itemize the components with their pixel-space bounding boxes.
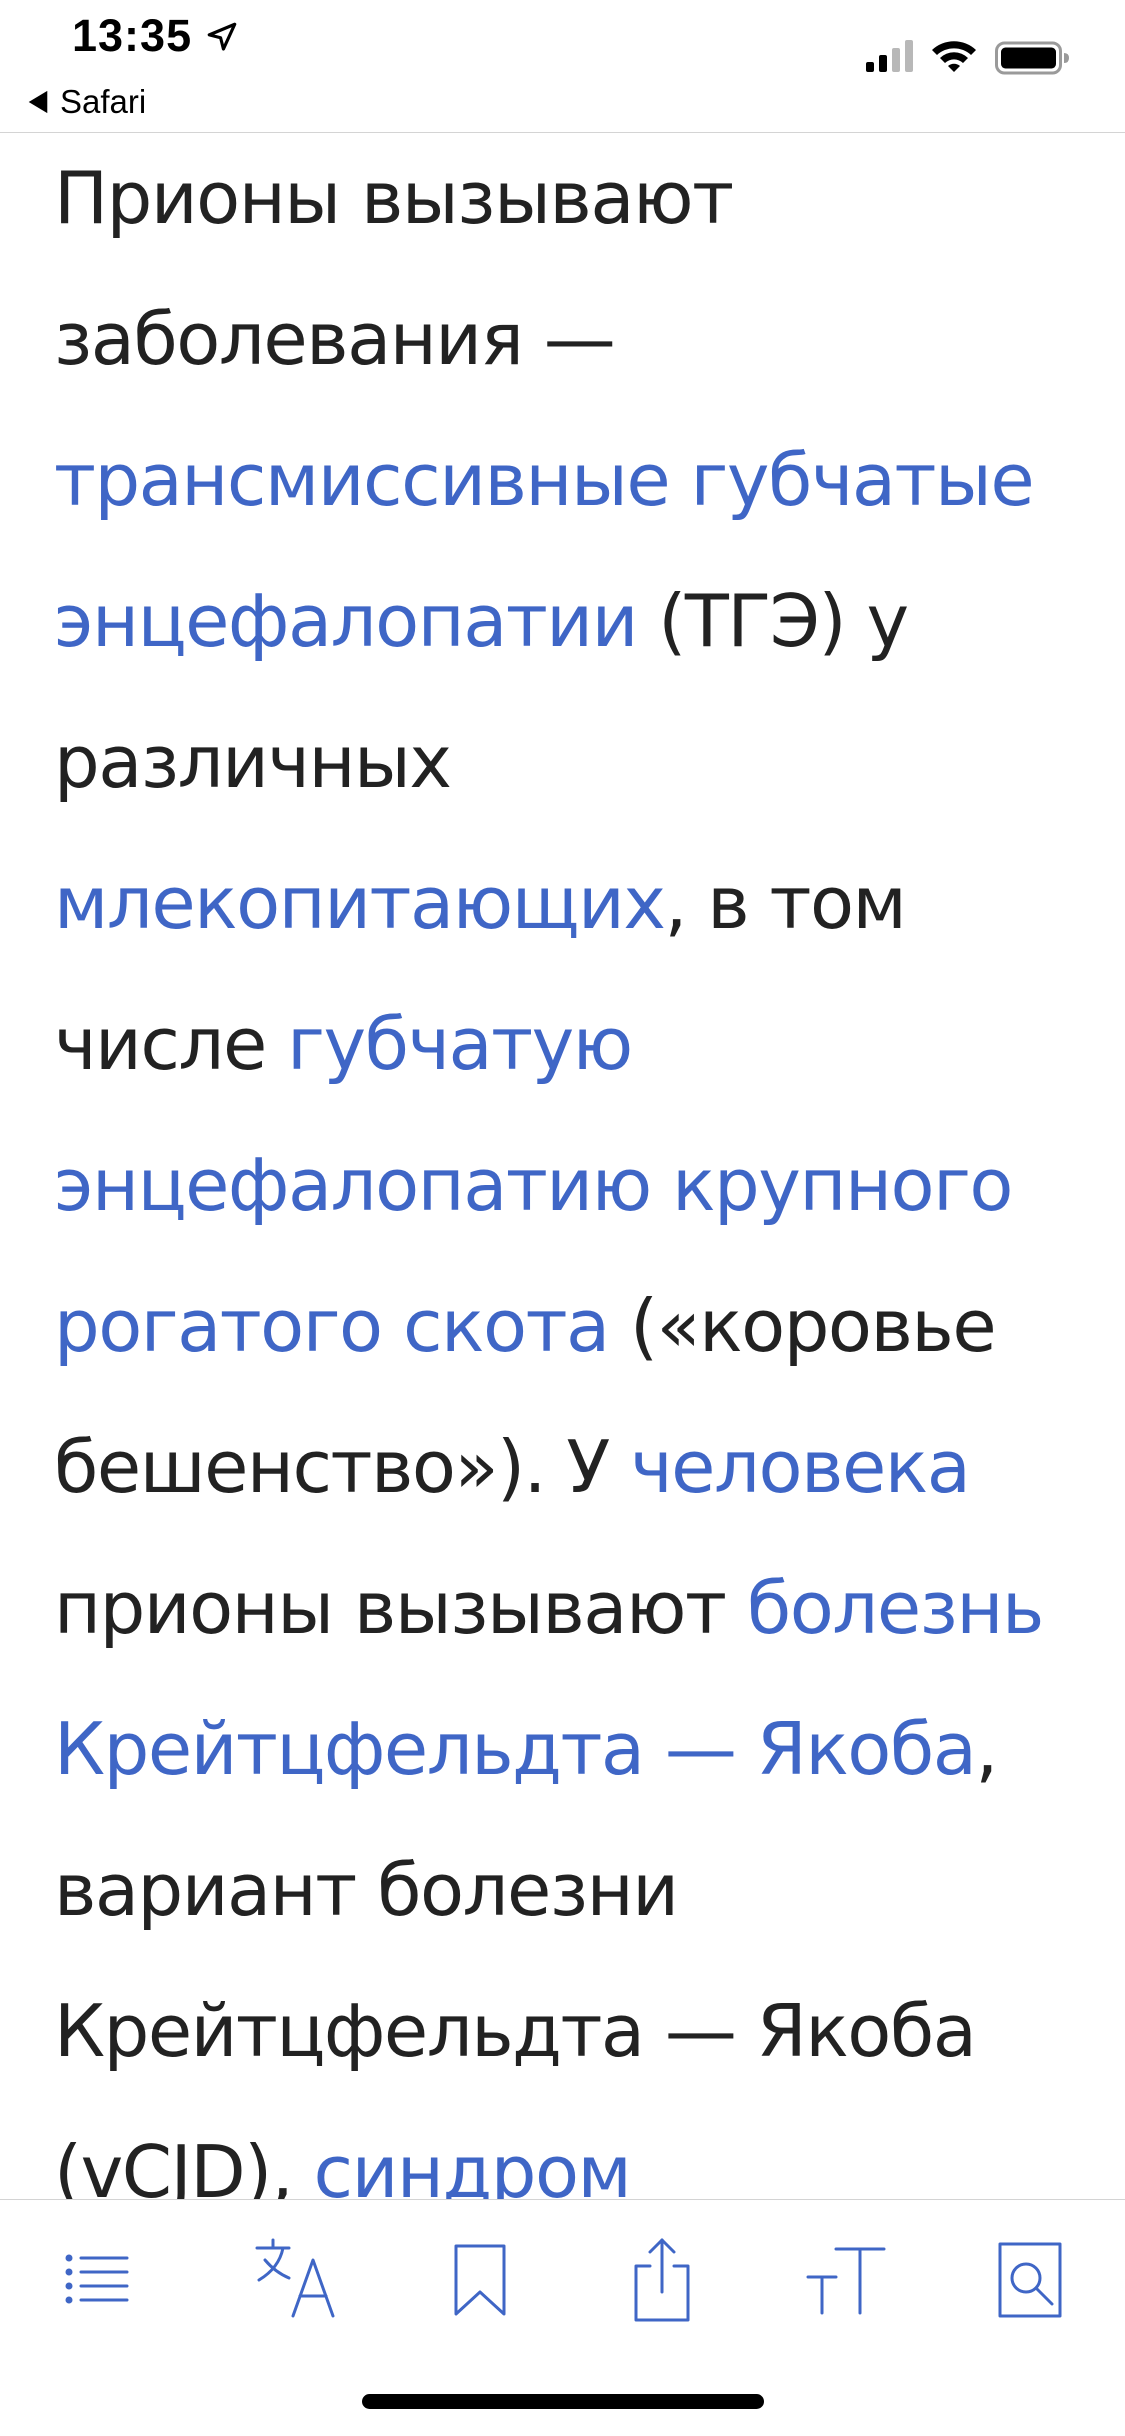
contents-list-icon: [65, 2254, 129, 2304]
battery-icon: [995, 41, 1069, 75]
article-content: Прионы вызывают заболевания — трансмисси…: [0, 133, 1125, 2199]
cellular-signal-icon: [866, 40, 913, 72]
translate-button[interactable]: [248, 2230, 348, 2330]
status-time: 13:35: [72, 10, 193, 61]
text-size-icon: [806, 2247, 886, 2315]
contents-list-button[interactable]: [48, 2230, 148, 2330]
text-size-button[interactable]: [796, 2230, 896, 2330]
find-in-page-icon: [998, 2242, 1062, 2318]
bookmark-button[interactable]: [430, 2230, 530, 2330]
article-text: прионы вызывают: [54, 1566, 747, 1650]
article-link[interactable]: млекопитающих: [54, 861, 666, 945]
status-bar: 13:35 Safari: [0, 0, 1125, 132]
bookmark-icon: [454, 2244, 506, 2316]
article-link[interactable]: синдром: [314, 2130, 632, 2199]
location-arrow-icon: [207, 22, 237, 51]
back-label: Safari: [60, 83, 147, 120]
back-to-safari-button[interactable]: Safari: [26, 82, 146, 122]
share-button[interactable]: [612, 2230, 712, 2330]
article-paragraph: Прионы вызывают заболевания — трансмисси…: [54, 133, 1089, 2199]
find-in-page-button[interactable]: [980, 2230, 1080, 2330]
article-text: Прионы вызывают заболевания —: [54, 156, 734, 381]
share-icon: [634, 2238, 690, 2322]
translate-icon: [255, 2238, 335, 2318]
article-link[interactable]: человека: [630, 1425, 971, 1509]
wifi-icon: [932, 41, 976, 72]
home-indicator: [362, 2394, 764, 2409]
back-triangle-icon: [28, 90, 48, 114]
